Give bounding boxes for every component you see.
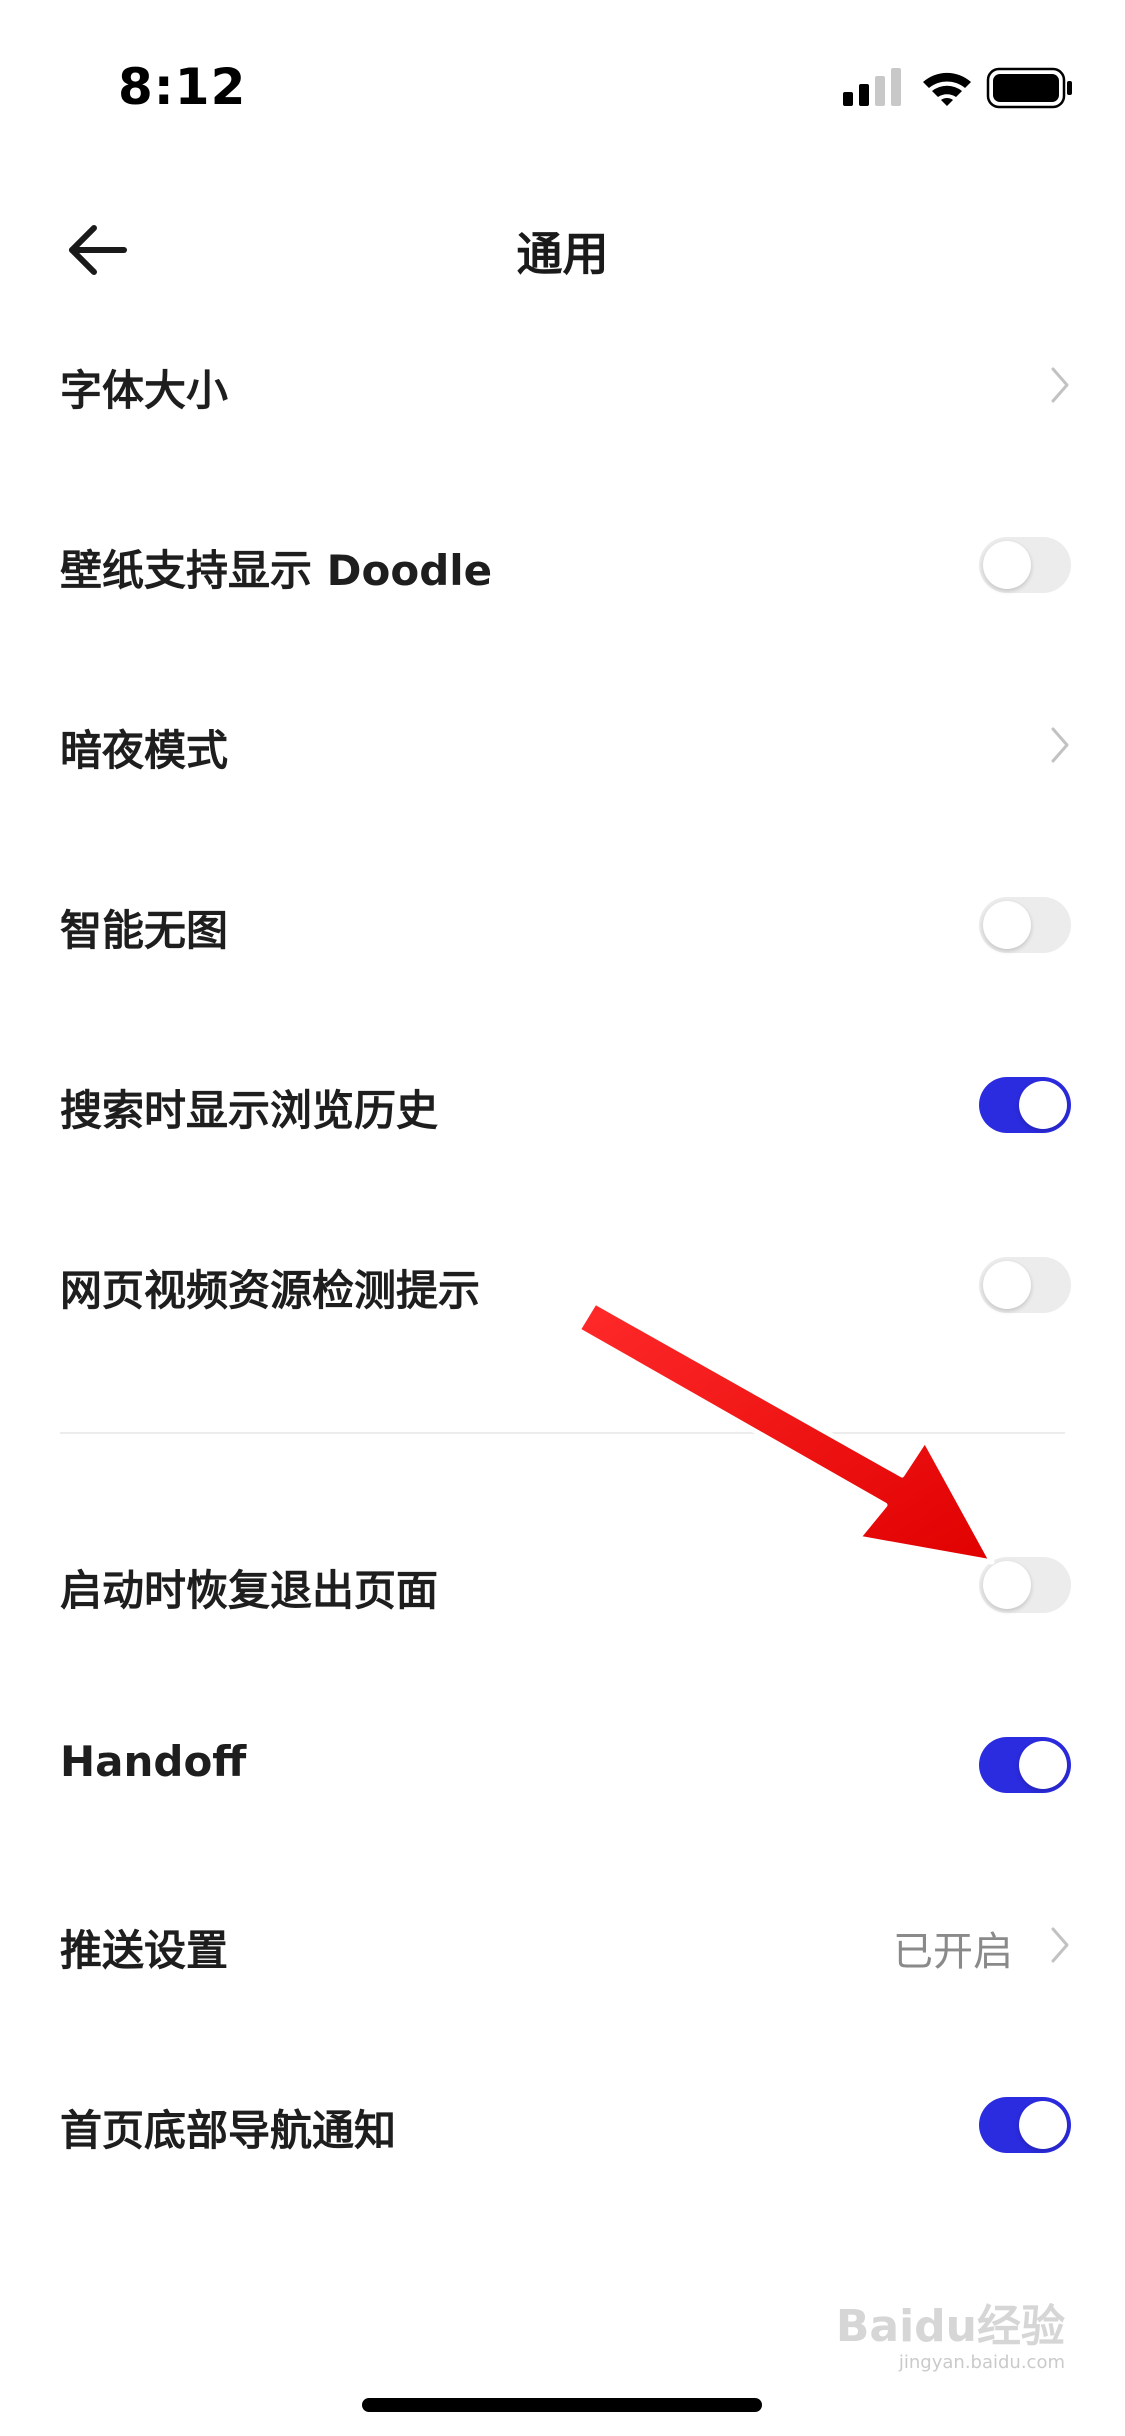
bottom-nav-notify-toggle[interactable]: [979, 2097, 1071, 2153]
setting-dark-mode[interactable]: 暗夜模式: [0, 685, 1125, 805]
nav-bar: 通用: [0, 180, 1125, 300]
setting-label: 暗夜模式: [60, 726, 229, 775]
signal-icon: [843, 68, 901, 106]
search-history-toggle[interactable]: [979, 1077, 1071, 1133]
status-bar: 8:12: [0, 0, 1125, 150]
setting-label: 壁纸支持显示 Doodle: [60, 546, 493, 595]
setting-font-size[interactable]: 字体大小: [0, 325, 1125, 445]
setting-label: Handoff: [60, 1737, 247, 1786]
toggle-knob: [983, 901, 1031, 949]
wifi-icon: [923, 72, 971, 106]
battery-icon: [986, 67, 1072, 109]
setting-label: 网页视频资源检测提示: [60, 1266, 481, 1315]
toggle-knob: [1019, 1081, 1067, 1129]
annotation-arrow-icon: [575, 1300, 995, 1565]
handoff-toggle[interactable]: [979, 1737, 1071, 1793]
toggle-knob: [1019, 2101, 1067, 2149]
chevron-right-icon: [1051, 367, 1069, 403]
status-time: 8:12: [118, 58, 247, 116]
setting-label: 首页底部导航通知: [60, 2106, 397, 2155]
setting-label: 字体大小: [60, 366, 229, 415]
watermark-logo: Baidu经验: [835, 2301, 1065, 2352]
status-icons: [843, 66, 1073, 110]
toggle-knob: [1019, 1741, 1067, 1789]
chevron-right-icon: [1051, 1927, 1069, 1963]
watermark-url: jingyan.baidu.com: [898, 2352, 1065, 2373]
toggle-knob: [983, 541, 1031, 589]
setting-smart-no-image: 智能无图: [0, 865, 1125, 985]
page-title: 通用: [516, 227, 609, 281]
wallpaper-doodle-toggle[interactable]: [979, 537, 1071, 593]
setting-label: 智能无图: [60, 906, 229, 955]
chevron-right-icon: [1051, 727, 1069, 763]
setting-handoff: Handoff: [0, 1705, 1125, 1825]
setting-label: 启动时恢复退出页面: [60, 1566, 439, 1615]
setting-bottom-nav-notify: 首页底部导航通知: [0, 2065, 1125, 2185]
push-settings-value: 已开启: [893, 1929, 1013, 1975]
smart-no-image-toggle[interactable]: [979, 897, 1071, 953]
setting-wallpaper-doodle: 壁纸支持显示 Doodle: [0, 505, 1125, 625]
setting-label: 推送设置: [60, 1926, 229, 1975]
setting-label: 搜索时显示浏览历史: [60, 1086, 439, 1135]
setting-push-settings[interactable]: 推送设置 已开启: [0, 1885, 1125, 2005]
home-indicator[interactable]: [362, 2398, 762, 2412]
setting-search-history: 搜索时显示浏览历史: [0, 1045, 1125, 1165]
